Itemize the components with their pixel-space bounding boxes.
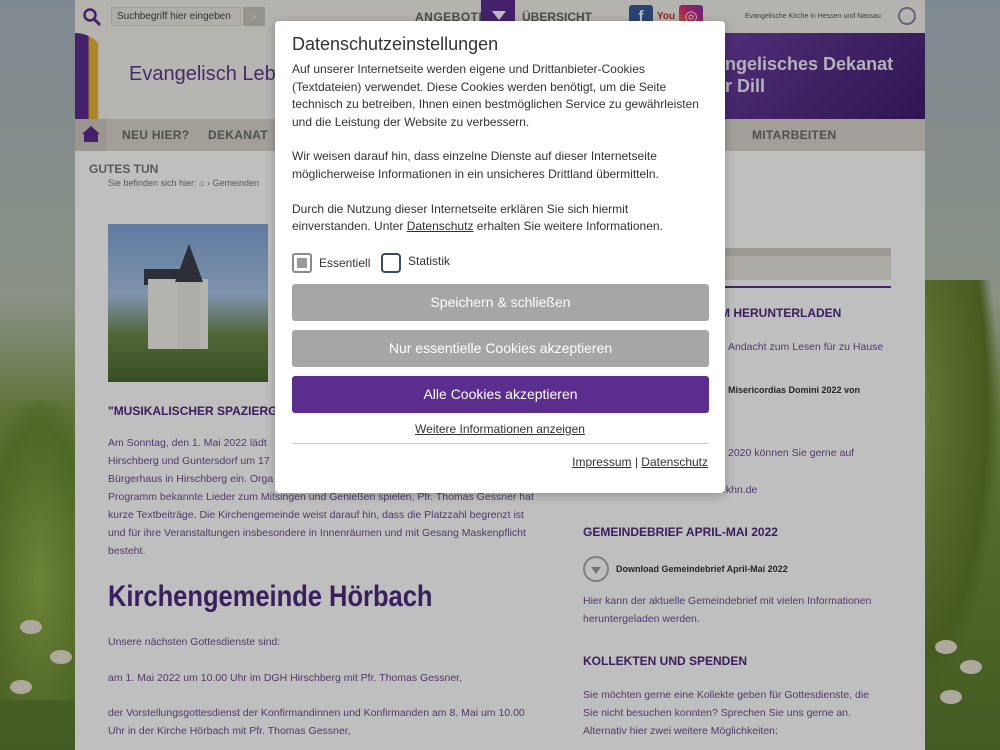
accept-all-button[interactable]: Alle Cookies akzeptieren — [292, 375, 709, 413]
essentiell-label: Essentiell — [319, 255, 371, 270]
datenschutz-link[interactable]: Datenschutz — [407, 219, 474, 233]
dialog-divider — [292, 442, 709, 444]
essentiell-checkbox[interactable] — [292, 252, 312, 273]
cookie-consent-dialog: Datenschutzeinstellungen Auf unserer Int… — [275, 21, 725, 493]
accept-essential-button[interactable]: Nur essentielle Cookies akzeptieren — [292, 329, 709, 367]
impressum-link[interactable]: Impressum — [572, 455, 631, 469]
more-info-link[interactable]: Weitere Informationen anzeigen — [292, 422, 708, 436]
dialog-paragraph: Durch die Nutzung dieser Internetseite e… — [292, 201, 708, 236]
footer-separator: | — [634, 454, 638, 469]
dialog-paragraph: Auf unserer Internetseite werden eigene … — [292, 62, 699, 129]
statistik-label: Statistik — [408, 253, 451, 268]
save-close-button[interactable]: Speichern & schließen — [292, 283, 709, 321]
dialog-footer: Impressum | Datenschutz — [292, 455, 708, 469]
dialog-paragraph: Wir weisen darauf hin, dass einzelne Die… — [292, 149, 659, 181]
footer-datenschutz-link[interactable]: Datenschutz — [641, 455, 708, 469]
dialog-title: Datenschutzeinstellungen — [292, 34, 499, 54]
dialog-text: erhalten Sie weitere Informationen. — [473, 219, 663, 234]
cookie-checkboxes: Essentiell Statistik — [292, 251, 708, 281]
statistik-checkbox[interactable] — [381, 252, 401, 273]
